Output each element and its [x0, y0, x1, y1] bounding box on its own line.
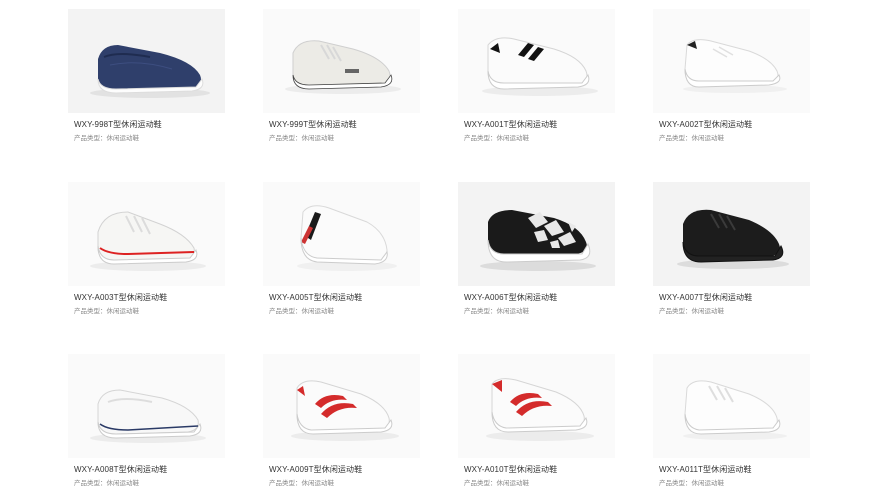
white-leather-sneaker-icon — [683, 380, 787, 440]
category-value: 休闲运动鞋 — [496, 135, 530, 142]
product-title[interactable]: WXY-A011T型休闲运动鞋 — [659, 464, 752, 475]
navy-slip-on-canvas-icon — [90, 45, 210, 98]
product-title[interactable]: WXY-998T型休闲运动鞋 — [74, 119, 162, 130]
white-sneaker-red-stripes-icon — [291, 380, 399, 441]
product-image[interactable] — [68, 182, 225, 286]
black-geometric-platform-icon — [480, 210, 596, 271]
category-value: 休闲运动鞋 — [106, 480, 140, 487]
product-image[interactable] — [458, 182, 615, 286]
product-title[interactable]: WXY-A006T型休闲运动鞋 — [464, 292, 557, 303]
product-image[interactable] — [263, 9, 420, 113]
product-category: 产品类型：休闲运动鞋 — [269, 132, 334, 142]
category-value: 休闲运动鞋 — [106, 308, 140, 315]
category-label: 产品类型： — [659, 480, 692, 487]
category-value: 休闲运动鞋 — [106, 135, 140, 142]
white-slip-on-striped-icon — [297, 205, 397, 271]
product-image[interactable] — [458, 354, 615, 458]
category-label: 产品类型： — [74, 480, 107, 487]
white-sneaker-red-stripes-icon — [486, 378, 594, 441]
product-title[interactable]: WXY-A008T型休闲运动鞋 — [74, 464, 167, 475]
category-value: 休闲运动鞋 — [691, 480, 725, 487]
product-image[interactable] — [653, 182, 810, 286]
product-category: 产品类型：休闲运动鞋 — [269, 477, 334, 487]
white-leather-sneaker-icon — [683, 39, 787, 93]
category-value: 休闲运动鞋 — [496, 308, 530, 315]
product-title[interactable]: WXY-A005T型休闲运动鞋 — [269, 292, 362, 303]
product-title[interactable]: WXY-A001T型休闲运动鞋 — [464, 119, 557, 130]
product-title[interactable]: WXY-A002T型休闲运动鞋 — [659, 119, 752, 130]
category-value: 休闲运动鞋 — [301, 308, 335, 315]
category-label: 产品类型： — [464, 135, 497, 142]
category-value: 休闲运动鞋 — [691, 135, 725, 142]
product-category: 产品类型：休闲运动鞋 — [659, 305, 724, 315]
product-title[interactable]: WXY-A003T型休闲运动鞋 — [74, 292, 167, 303]
category-label: 产品类型： — [269, 308, 302, 315]
product-category: 产品类型：休闲运动鞋 — [464, 132, 529, 142]
category-label: 产品类型： — [464, 480, 497, 487]
category-label: 产品类型： — [74, 308, 107, 315]
product-category: 产品类型：休闲运动鞋 — [74, 305, 139, 315]
category-label: 产品类型： — [269, 480, 302, 487]
product-category: 产品类型：休闲运动鞋 — [659, 132, 724, 142]
category-value: 休闲运动鞋 — [496, 480, 530, 487]
category-label: 产品类型： — [659, 135, 692, 142]
product-image[interactable] — [263, 354, 420, 458]
product-category: 产品类型：休闲运动鞋 — [464, 477, 529, 487]
category-value: 休闲运动鞋 — [691, 308, 725, 315]
product-image[interactable] — [68, 354, 225, 458]
category-value: 休闲运动鞋 — [301, 135, 335, 142]
product-category: 产品类型：休闲运动鞋 — [74, 477, 139, 487]
product-category: 产品类型：休闲运动鞋 — [659, 477, 724, 487]
product-image[interactable] — [458, 9, 615, 113]
product-title[interactable]: WXY-999T型休闲运动鞋 — [269, 119, 357, 130]
product-image[interactable] — [263, 182, 420, 286]
category-value: 休闲运动鞋 — [301, 480, 335, 487]
product-title[interactable]: WXY-A009T型休闲运动鞋 — [269, 464, 362, 475]
black-canvas-low-top-icon — [677, 209, 789, 269]
product-title[interactable]: WXY-A007T型休闲运动鞋 — [659, 292, 752, 303]
category-label: 产品类型： — [269, 135, 302, 142]
product-image[interactable] — [653, 354, 810, 458]
white-lace-up-canvas-icon — [285, 40, 401, 94]
product-category: 产品类型：休闲运动鞋 — [269, 305, 334, 315]
product-image[interactable] — [653, 9, 810, 113]
product-category: 产品类型：休闲运动鞋 — [74, 132, 139, 142]
product-category: 产品类型：休闲运动鞋 — [464, 305, 529, 315]
white-slip-on-canvas-icon — [90, 389, 206, 443]
product-title[interactable]: WXY-A010T型休闲运动鞋 — [464, 464, 557, 475]
category-label: 产品类型： — [659, 308, 692, 315]
product-image[interactable] — [68, 9, 225, 113]
white-canvas-red-line-icon — [90, 211, 206, 271]
white-sneaker-black-stripes-icon — [482, 37, 598, 96]
category-label: 产品类型： — [464, 308, 497, 315]
category-label: 产品类型： — [74, 135, 107, 142]
